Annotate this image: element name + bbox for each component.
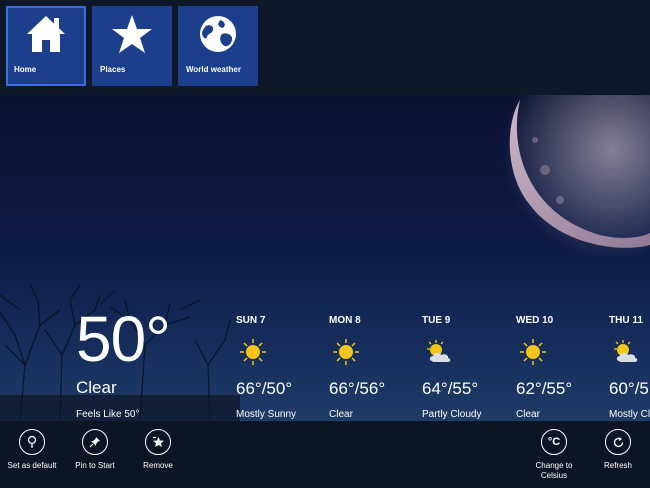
globe-icon xyxy=(200,16,236,52)
star-icon xyxy=(112,15,152,53)
remove-button[interactable]: Remove xyxy=(118,429,198,471)
nav-tile-home-label: Home xyxy=(14,65,37,74)
feels-like: Feels Like 50° xyxy=(76,409,140,420)
top-nav-bar: Home Places World weather xyxy=(0,0,650,95)
forecast-day-name: MON 8 xyxy=(329,315,361,326)
forecast-desc: Mostly Sunny xyxy=(236,409,297,420)
forecast-desc: Clear xyxy=(329,409,353,420)
forecast-desc: Clear xyxy=(516,409,540,420)
partly-cloudy-icon xyxy=(427,340,451,362)
home-icon xyxy=(27,16,65,52)
refresh-icon xyxy=(613,436,623,447)
current-condition: Clear xyxy=(76,378,117,397)
sun-icon xyxy=(520,339,546,365)
nav-tile-world-weather[interactable]: World weather xyxy=(178,6,258,86)
forecast-temps: 62°/55° xyxy=(516,379,573,398)
celsius-icon: °C xyxy=(541,429,567,455)
forecast-desc: Mostly Cl xyxy=(609,409,650,420)
sun-icon xyxy=(240,339,266,365)
forecast-day[interactable]: MON 8 66°/56° Clear xyxy=(329,315,419,420)
forecast-day[interactable]: THU 11 60°/5 Mostly Cl xyxy=(609,315,650,421)
star-remove-icon xyxy=(152,436,164,447)
forecast-temps: 60°/5 xyxy=(609,379,649,398)
forecast-temps: 64°/55° xyxy=(422,379,479,398)
forecast-day[interactable]: WED 10 62°/55° Clear xyxy=(516,315,606,420)
refresh-button[interactable]: Refresh xyxy=(578,429,650,471)
partly-cloudy-icon xyxy=(614,340,638,362)
forecast-day-name: SUN 7 xyxy=(236,315,266,326)
nav-tile-places-label: Places xyxy=(100,65,126,74)
forecast-temps: 66°/50° xyxy=(236,379,293,398)
forecast-desc: Partly Cloudy xyxy=(422,409,482,420)
forecast-day-name: TUE 9 xyxy=(422,315,451,326)
remove-label: Remove xyxy=(143,461,173,470)
location-pin-icon xyxy=(27,435,37,448)
current-temperature: 50° xyxy=(76,303,171,375)
forecast-day-name: WED 10 xyxy=(516,315,554,326)
app-bar: Set as default Pin to Start Remove °C Ch… xyxy=(0,421,650,488)
nav-tile-places[interactable]: Places xyxy=(92,6,172,86)
forecast-day[interactable]: TUE 9 64°/55° Partly Cloudy xyxy=(422,315,512,420)
nav-tile-world-weather-label: World weather xyxy=(186,65,241,74)
forecast-day[interactable]: SUN 7 66°/50° Mostly Sunny xyxy=(236,315,326,420)
forecast-day-name: THU 11 xyxy=(609,315,643,326)
forecast-temps: 66°/56° xyxy=(329,379,386,398)
sun-icon xyxy=(333,339,359,365)
change-to-celsius-label: Change to Celsius xyxy=(535,461,573,480)
refresh-label: Refresh xyxy=(603,461,632,470)
nav-tile-home[interactable]: Home xyxy=(6,6,86,86)
pin-icon xyxy=(89,437,100,448)
